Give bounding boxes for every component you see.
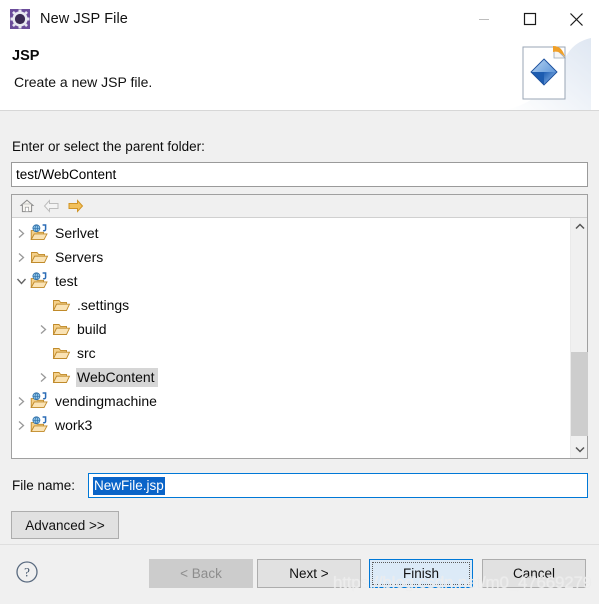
window-title: New JSP File <box>40 11 128 27</box>
file-name-input[interactable]: NewFile.jsp <box>88 473 588 498</box>
jsp-file-banner-icon <box>505 38 591 110</box>
folder-icon <box>30 248 49 266</box>
back-arrow-icon[interactable] <box>39 196 63 217</box>
folder-icon <box>52 368 71 386</box>
minimize-button[interactable] <box>461 0 507 38</box>
twisty-spacer <box>34 293 52 317</box>
folder-icon <box>52 344 71 362</box>
parent-folder-value: test/WebContent <box>16 167 117 182</box>
chevron-right-icon[interactable] <box>34 365 52 389</box>
forward-arrow-icon[interactable] <box>63 196 87 217</box>
finish-button[interactable]: Finish <box>369 559 473 588</box>
tree-node-label: Servers <box>55 248 104 265</box>
web-project-icon <box>30 416 49 434</box>
page-title: JSP <box>12 48 40 64</box>
scrollbar-thumb[interactable] <box>571 352 588 436</box>
svg-text:?: ? <box>24 565 30 580</box>
tree-node-list: Serlvet Servers test .settings build src WebCo… <box>12 218 570 458</box>
maximize-button[interactable] <box>507 0 553 38</box>
folder-icon <box>52 320 71 338</box>
tree-node-settings[interactable]: .settings <box>12 293 570 317</box>
cancel-button[interactable]: Cancel <box>482 559 586 588</box>
tree-vertical-scrollbar[interactable] <box>570 218 588 458</box>
finish-button-label: Finish <box>402 566 439 581</box>
help-icon[interactable]: ? <box>15 560 39 584</box>
tree-node-work3[interactable]: work3 <box>12 413 570 437</box>
tree-node-servers[interactable]: Servers <box>12 245 570 269</box>
close-button[interactable] <box>553 0 599 38</box>
tree-node-webcontent[interactable]: WebContent <box>12 365 570 389</box>
jsp-wizard-icon <box>10 9 30 29</box>
home-icon[interactable] <box>15 196 39 217</box>
folder-icon <box>52 296 71 314</box>
tree-toolbar <box>12 195 587 218</box>
file-name-label: File name: <box>12 478 76 493</box>
tree-node-label: WebContent <box>76 367 158 387</box>
web-project-icon <box>30 392 49 410</box>
tree-node-label: .settings <box>77 296 130 313</box>
folder-tree[interactable]: Serlvet Servers test .settings build src WebCo… <box>11 194 588 459</box>
tree-node-serlvet[interactable]: Serlvet <box>12 221 570 245</box>
tree-node-label: build <box>77 320 107 337</box>
parent-folder-label: Enter or select the parent folder: <box>12 139 205 154</box>
advanced-button[interactable]: Advanced >> <box>11 511 119 539</box>
web-project-icon <box>30 272 49 290</box>
chevron-right-icon[interactable] <box>12 221 30 245</box>
wizard-banner: JSP Create a new JSP file. <box>0 38 599 111</box>
window-controls <box>461 0 599 38</box>
back-button[interactable]: < Back <box>149 559 253 588</box>
tree-node-label: test <box>55 272 78 289</box>
chevron-right-icon[interactable] <box>12 245 30 269</box>
tree-node-src[interactable]: src <box>12 341 570 365</box>
page-subtitle: Create a new JSP file. <box>14 74 153 90</box>
chevron-right-icon[interactable] <box>12 413 30 437</box>
title-bar: New JSP File <box>0 0 599 38</box>
scroll-down-icon[interactable] <box>571 441 588 458</box>
parent-folder-input[interactable]: test/WebContent <box>11 162 588 187</box>
dialog-body: Enter or select the parent folder: test/… <box>0 111 599 544</box>
file-name-value: NewFile.jsp <box>93 476 165 495</box>
tree-node-vendingmachine[interactable]: vendingmachine <box>12 389 570 413</box>
tree-node-test[interactable]: test <box>12 269 570 293</box>
chevron-right-icon[interactable] <box>12 389 30 413</box>
scroll-up-icon[interactable] <box>571 218 588 235</box>
web-project-icon <box>30 224 49 242</box>
twisty-spacer <box>34 341 52 365</box>
chevron-down-icon[interactable] <box>12 269 30 293</box>
next-button[interactable]: Next > <box>257 559 361 588</box>
tree-node-label: src <box>77 344 96 361</box>
tree-node-label: Serlvet <box>55 224 99 241</box>
tree-node-label: vendingmachine <box>55 392 157 409</box>
chevron-right-icon[interactable] <box>34 317 52 341</box>
tree-node-build[interactable]: build <box>12 317 570 341</box>
tree-node-label: work3 <box>55 416 93 433</box>
